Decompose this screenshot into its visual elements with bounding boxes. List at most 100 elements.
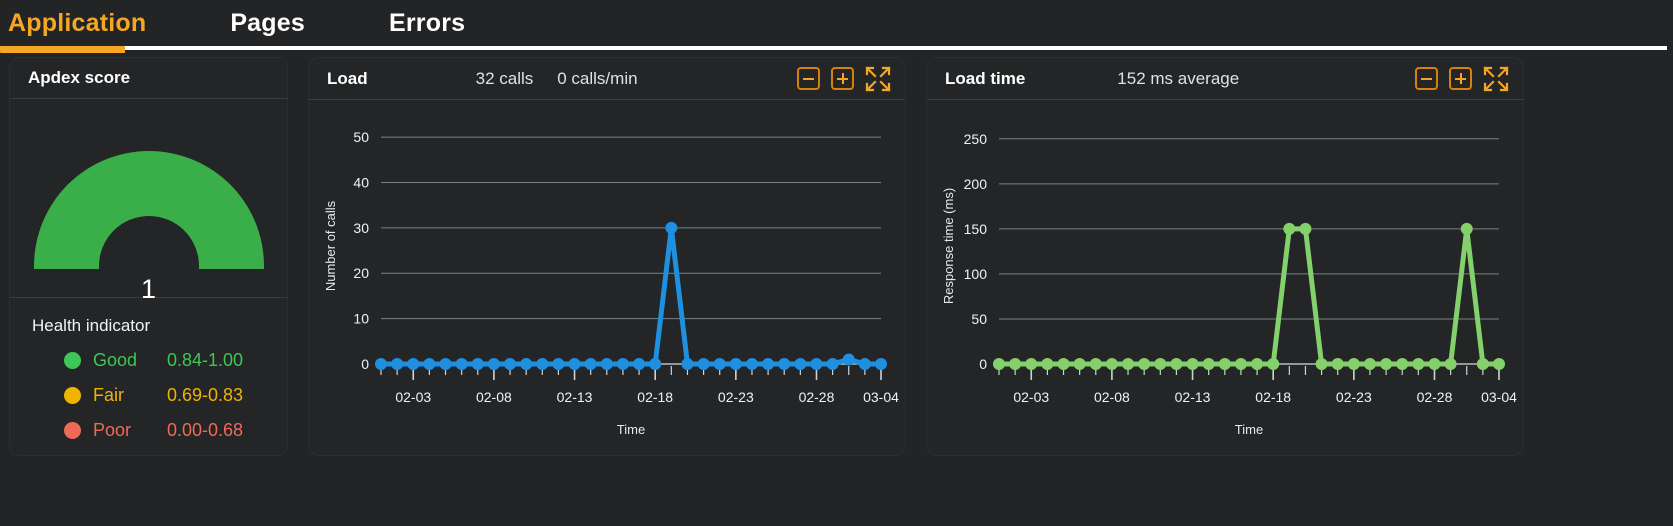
data-point[interactable]	[1251, 358, 1264, 370]
data-point[interactable]	[1073, 358, 1086, 370]
data-point[interactable]	[842, 353, 855, 366]
collapse-icon[interactable]	[1483, 65, 1509, 92]
data-point[interactable]	[1041, 358, 1054, 370]
data-point[interactable]	[1009, 358, 1022, 370]
data-point[interactable]	[439, 358, 452, 370]
load-time-average: 152 ms average	[1117, 68, 1240, 88]
data-point[interactable]	[1444, 358, 1457, 370]
data-point[interactable]	[633, 358, 646, 370]
data-point[interactable]	[1493, 358, 1505, 370]
data-point[interactable]	[536, 358, 549, 370]
data-point[interactable]	[1105, 358, 1118, 370]
dashboard: Apdex score 1 Health indicator Good 0.84…	[0, 58, 1673, 455]
data-point[interactable]	[1025, 358, 1038, 370]
load-card-title: Load	[327, 68, 368, 88]
data-point[interactable]	[1154, 358, 1167, 370]
data-point[interactable]	[1396, 358, 1409, 370]
data-point[interactable]	[584, 358, 597, 370]
status-dot-good	[64, 352, 81, 369]
tab-pages[interactable]: Pages	[226, 0, 333, 40]
data-point[interactable]	[649, 358, 662, 370]
data-point[interactable]	[762, 358, 775, 370]
x-axis-title: Time	[617, 422, 645, 437]
data-point[interactable]	[375, 358, 387, 370]
data-point[interactable]	[794, 358, 807, 370]
minus-box-icon[interactable]	[797, 67, 820, 90]
data-point[interactable]	[665, 221, 678, 234]
apdex-score-card: Apdex score 1 Health indicator Good 0.84…	[10, 58, 287, 455]
y-tick-label: 20	[353, 265, 369, 281]
data-point[interactable]	[1412, 358, 1425, 370]
data-point[interactable]	[745, 358, 758, 370]
status-dot-poor	[64, 422, 81, 439]
data-point[interactable]	[1186, 358, 1199, 370]
data-point[interactable]	[993, 358, 1005, 370]
collapse-icon[interactable]	[865, 65, 891, 92]
data-point[interactable]	[1122, 358, 1135, 370]
data-point[interactable]	[600, 358, 613, 370]
data-point[interactable]	[552, 358, 565, 370]
data-point[interactable]	[713, 358, 726, 370]
load-time-card-header: Load time 152 ms average	[927, 58, 1523, 100]
data-point[interactable]	[471, 358, 484, 370]
x-tick-label: 02-18	[637, 389, 673, 405]
data-point[interactable]	[810, 358, 823, 370]
data-point[interactable]	[697, 358, 710, 370]
data-point[interactable]	[1363, 358, 1376, 370]
data-point[interactable]	[391, 358, 404, 370]
data-point[interactable]	[826, 358, 839, 370]
x-tick-label: 03-04	[1481, 389, 1517, 405]
data-point[interactable]	[1331, 358, 1344, 370]
y-axis-title: Number of calls	[323, 200, 338, 291]
data-point[interactable]	[1315, 358, 1328, 370]
data-point[interactable]	[1170, 358, 1183, 370]
data-point[interactable]	[729, 358, 742, 370]
data-point[interactable]	[1476, 358, 1489, 370]
tab-application[interactable]: Application	[4, 0, 174, 40]
tab-errors[interactable]: Errors	[385, 0, 493, 40]
data-point[interactable]	[1202, 358, 1215, 370]
data-point[interactable]	[1380, 358, 1393, 370]
data-point[interactable]	[616, 358, 629, 370]
data-point[interactable]	[1299, 222, 1312, 235]
plus-box-icon[interactable]	[831, 67, 854, 90]
tab-underline	[0, 46, 1667, 50]
data-point[interactable]	[1283, 222, 1296, 235]
health-range-fair: 0.69-0.83	[167, 385, 244, 405]
data-point[interactable]	[1460, 222, 1473, 235]
minus-box-icon[interactable]	[1415, 67, 1438, 90]
x-tick-label: 02-18	[1255, 389, 1291, 405]
data-point[interactable]	[1218, 358, 1231, 370]
data-point[interactable]	[407, 358, 420, 370]
data-point[interactable]	[1428, 358, 1441, 370]
y-tick-label: 0	[979, 356, 987, 372]
data-point[interactable]	[520, 358, 533, 370]
data-point[interactable]	[455, 358, 468, 370]
load-calls-rate: 0 calls/min	[557, 68, 638, 88]
load-time-chart-body[interactable]: 0 50 100 150 200 250 02-03 02-08 02-13 02-18 02-23…	[927, 100, 1523, 454]
data-point[interactable]	[681, 358, 694, 370]
data-point[interactable]	[1089, 358, 1102, 370]
health-indicator-title: Health indicator	[32, 316, 151, 335]
x-tick-label: 02-08	[476, 389, 512, 405]
load-chart-svg[interactable]: 0 10 20 30 40 50 02-03 02-08 02-13 02-18 02-23 02-2…	[309, 100, 905, 454]
data-point[interactable]	[858, 358, 871, 370]
data-point[interactable]	[1267, 358, 1280, 370]
data-point[interactable]	[875, 358, 887, 370]
plus-box-icon[interactable]	[1449, 67, 1472, 90]
load-time-chart-svg[interactable]: 0 50 100 150 200 250 02-03 02-08 02-13 02-18 02-23…	[927, 100, 1523, 454]
data-point[interactable]	[778, 358, 791, 370]
data-point[interactable]	[568, 358, 581, 370]
data-point[interactable]	[1347, 358, 1360, 370]
x-tick-label: 02-28	[799, 389, 835, 405]
data-point[interactable]	[504, 358, 517, 370]
data-point[interactable]	[1138, 358, 1151, 370]
data-point[interactable]	[1057, 358, 1070, 370]
data-point[interactable]	[1234, 358, 1247, 370]
main-tab-bar: Application Pages Errors	[0, 0, 1673, 58]
data-point[interactable]	[487, 358, 500, 370]
load-chart-body[interactable]: 0 10 20 30 40 50 02-03 02-08 02-13 02-18 02-23 02-2…	[309, 100, 905, 454]
load-time-card-title: Load time	[945, 68, 1026, 88]
data-point[interactable]	[423, 358, 436, 370]
x-tick-label: 02-13	[557, 389, 593, 405]
